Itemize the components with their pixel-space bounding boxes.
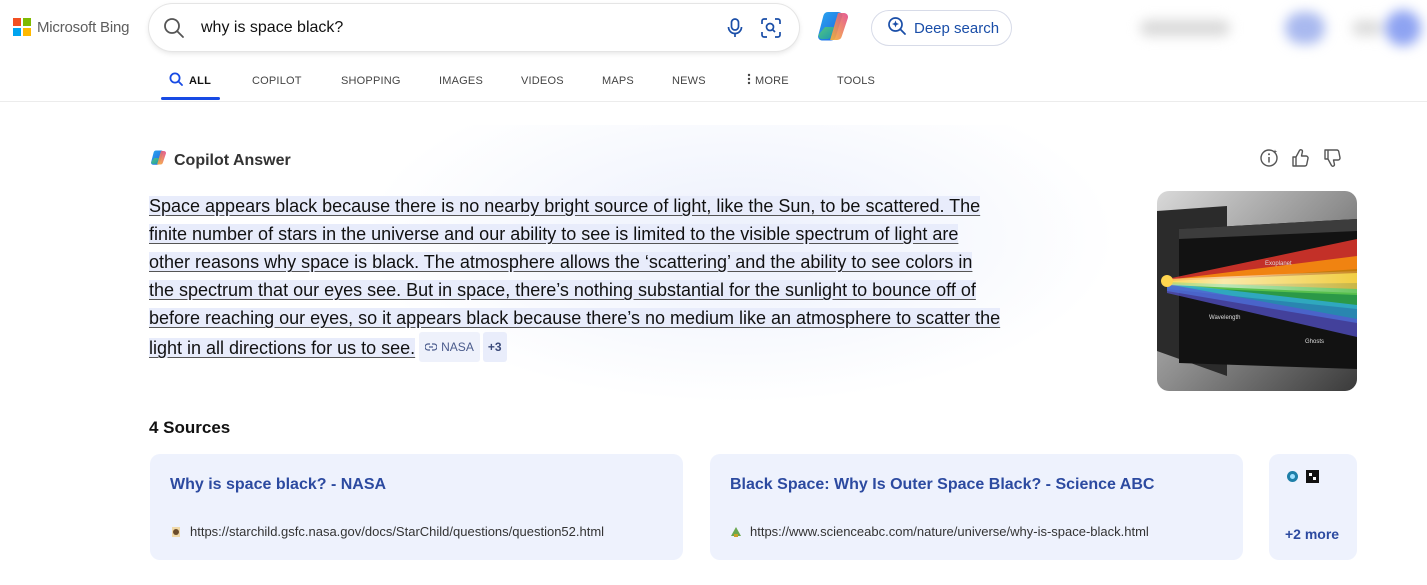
tab-shopping[interactable]: SHOPPING: [341, 60, 401, 101]
image-label: Wavelength: [1209, 315, 1240, 321]
bing-logo[interactable]: Microsoft Bing: [13, 18, 129, 36]
source-url: https://www.scienceabc.com/nature/univer…: [750, 524, 1149, 539]
tab-label: MAPS: [602, 74, 634, 87]
search-icon: [169, 72, 183, 89]
tab-label: TOOLS: [837, 74, 876, 87]
tab-label: ALL: [189, 74, 211, 87]
tab-label: COPILOT: [252, 74, 302, 87]
answer-line: finite number of stars in the universe a…: [149, 224, 959, 244]
tab-label: VIDEOS: [521, 74, 564, 87]
scienceabc-favicon-icon: [730, 526, 742, 538]
tab-more[interactable]: MORE: [747, 60, 789, 101]
tab-images[interactable]: IMAGES: [439, 60, 483, 101]
microphone-icon[interactable]: [725, 17, 745, 44]
citation-label: NASA: [441, 340, 474, 354]
answer-line: other reasons why space is black. The at…: [149, 252, 973, 272]
deep-search-label: Deep search: [914, 19, 1000, 37]
link-icon: [424, 333, 438, 361]
more-vertical-icon: [747, 73, 751, 88]
search-tabs: ALL COPILOT SHOPPING IMAGES VIDEOS MAPS …: [0, 60, 1427, 102]
tab-maps[interactable]: MAPS: [602, 60, 634, 101]
source-title[interactable]: Black Space: Why Is Outer Space Black? -…: [730, 476, 1154, 494]
image-label: Ghosts: [1305, 339, 1324, 345]
citation-nasa[interactable]: NASA: [419, 332, 480, 362]
tab-label: SHOPPING: [341, 74, 401, 87]
tab-label: IMAGES: [439, 74, 483, 87]
tab-videos[interactable]: VIDEOS: [521, 60, 564, 101]
source-card[interactable]: Black Space: Why Is Outer Space Black? -…: [710, 454, 1243, 560]
tab-news[interactable]: NEWS: [672, 60, 706, 101]
brand-name: Microsoft Bing: [37, 18, 130, 36]
thumbs-down-icon[interactable]: [1322, 148, 1342, 173]
source-favicon-icon: [1286, 470, 1299, 488]
image-label: Exoplanet: [1265, 261, 1292, 267]
search-input[interactable]: [201, 4, 701, 51]
search-box[interactable]: [149, 4, 799, 51]
answer-line: the spectrum that our eyes see. But in s…: [149, 280, 976, 300]
copilot-icon: [150, 149, 168, 172]
more-sources-label[interactable]: +2 more: [1285, 526, 1339, 542]
source-title[interactable]: Why is space black? - NASA: [170, 476, 386, 494]
source-card[interactable]: Why is space black? - NASA https://starc…: [150, 454, 683, 560]
citation-more[interactable]: +3: [482, 332, 507, 362]
source-url-row: https://www.scienceabc.com/nature/univer…: [730, 524, 1149, 539]
account-area[interactable]: [1130, 6, 1427, 50]
answer-line: light in all directions for us to see.: [149, 338, 416, 358]
sparkle-info-icon[interactable]: [1259, 148, 1279, 173]
visual-search-icon[interactable]: [760, 17, 782, 44]
thumbs-up-icon[interactable]: [1290, 148, 1310, 173]
source-url-row: https://starchild.gsfc.nasa.gov/docs/Sta…: [170, 524, 604, 539]
copilot-answer-header: Copilot Answer: [150, 149, 291, 172]
nasa-favicon-icon: [170, 526, 182, 538]
tab-label: MORE: [755, 74, 789, 87]
copilot-answer-title: Copilot Answer: [174, 151, 291, 169]
tab-all[interactable]: ALL: [169, 60, 211, 101]
more-sources-card[interactable]: +2 more: [1269, 454, 1357, 560]
sources-heading: 4 Sources: [149, 418, 231, 437]
copilot-icon[interactable]: [816, 9, 852, 45]
tab-tools[interactable]: TOOLS: [837, 60, 875, 101]
search-icon[interactable]: [163, 17, 185, 44]
answer-line: before reaching our eyes, so it appears …: [149, 308, 1001, 328]
spectrum-image[interactable]: Exoplanet Wavelength Ghosts: [1157, 191, 1357, 391]
tab-copilot[interactable]: COPILOT: [252, 60, 302, 101]
source-url: https://starchild.gsfc.nasa.gov/docs/Sta…: [190, 524, 605, 539]
active-tab-indicator: [161, 97, 220, 100]
source-favicon-icon: [1306, 470, 1319, 488]
deep-search-button[interactable]: Deep search: [871, 10, 1012, 46]
answer-line: Space appears black because there is no …: [149, 196, 981, 216]
tab-label: NEWS: [672, 74, 706, 87]
deep-search-icon: [887, 16, 907, 40]
copilot-answer-text: Space appears black because there is no …: [149, 192, 1009, 362]
microsoft-logo-icon: [13, 18, 31, 36]
